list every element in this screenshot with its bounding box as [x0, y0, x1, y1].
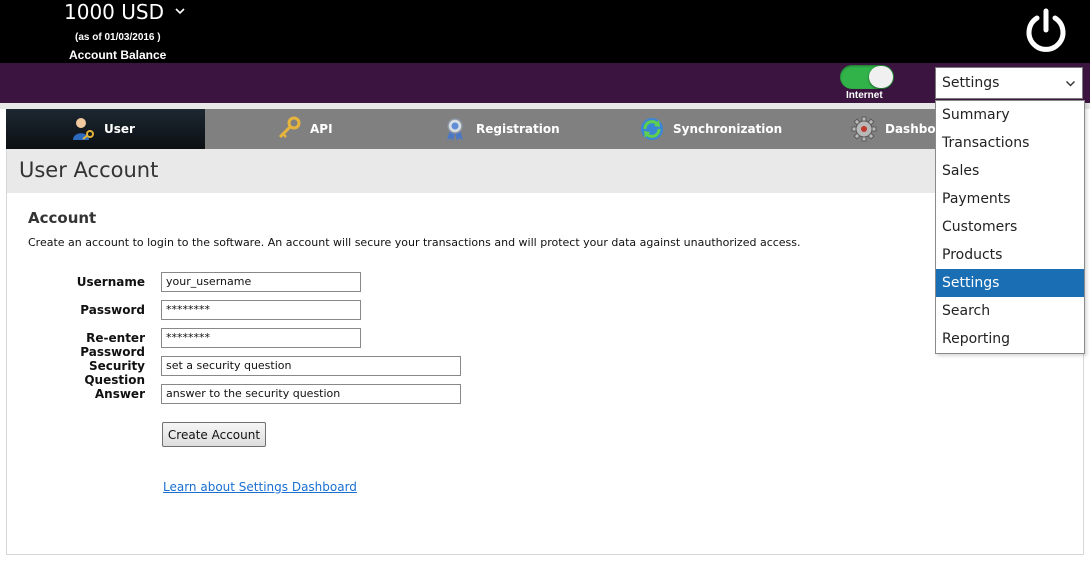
reenter-password-field[interactable]: ******** [161, 328, 361, 348]
sync-icon [641, 118, 663, 140]
tab-label: Synchronization [673, 122, 783, 136]
reenter-password-label: Re-enter Password [80, 331, 145, 359]
menu-select-value: Settings [942, 75, 1000, 91]
chevron-down-icon[interactable] [173, 4, 187, 18]
menu-item-reporting[interactable]: Reporting [936, 325, 1084, 353]
security-question-label: Security Question [84, 359, 145, 387]
ribbon-badge-icon [447, 118, 463, 141]
menu-item-settings[interactable]: Settings [936, 269, 1084, 297]
username-label: Username [76, 275, 145, 289]
password-field[interactable]: ******** [161, 300, 361, 320]
power-icon[interactable] [1022, 7, 1070, 55]
chevron-down-icon [1066, 81, 1075, 87]
toggle-knob [869, 66, 893, 88]
tab-bar: User API Registration Synchronization Da… [6, 109, 1084, 149]
gear-icon [851, 116, 877, 142]
menu-item-sales[interactable]: Sales [936, 157, 1084, 185]
menu-item-search[interactable]: Search [936, 297, 1084, 325]
menu-item-summary[interactable]: Summary [936, 101, 1084, 129]
menu-item-products[interactable]: Products [936, 241, 1084, 269]
top-bar: 1000 USD (as of 01/03/2016 ) Account Bal… [0, 0, 1090, 63]
balance-date: (as of 01/03/2016 ) [75, 32, 161, 43]
key-icon [278, 116, 301, 139]
page-header: User Account [7, 149, 1083, 193]
balance-label: Account Balance [69, 48, 167, 62]
user-key-icon [73, 118, 94, 140]
internet-toggle[interactable] [840, 65, 894, 89]
menu-item-transactions[interactable]: Transactions [936, 129, 1084, 157]
password-label: Password [80, 303, 145, 317]
answer-field[interactable]: answer to the security question [161, 384, 461, 404]
tab-label: API [310, 122, 333, 136]
tab-synchronization[interactable]: Synchronization [639, 109, 782, 149]
tab-api[interactable]: API [276, 109, 333, 149]
learn-settings-link[interactable]: Learn about Settings Dashboard [163, 480, 357, 494]
page-title: User Account [19, 158, 159, 182]
tab-registration[interactable]: Registration [442, 109, 560, 149]
tab-label: User [104, 122, 135, 136]
section-description: Create an account to login to the softwa… [28, 236, 801, 249]
section-title: Account [28, 209, 97, 227]
tab-label: Registration [476, 122, 560, 136]
menu-item-customers[interactable]: Customers [936, 213, 1084, 241]
create-account-button[interactable]: Create Account [162, 422, 266, 447]
security-question-field[interactable]: set a security question [161, 356, 461, 376]
menu-dropdown-list: Summary Transactions Sales Payments Cust… [935, 100, 1085, 354]
status-bar [0, 63, 1090, 103]
menu-item-payments[interactable]: Payments [936, 185, 1084, 213]
tab-user[interactable]: User [6, 109, 205, 149]
answer-label: Answer [94, 387, 145, 401]
balance-amount: 1000 USD [64, 0, 164, 24]
username-field[interactable]: your_username [161, 272, 361, 292]
main-content: User Account Account Create an account t… [6, 149, 1084, 555]
menu-select[interactable]: Settings [935, 67, 1083, 99]
internet-label: Internet [846, 90, 883, 101]
